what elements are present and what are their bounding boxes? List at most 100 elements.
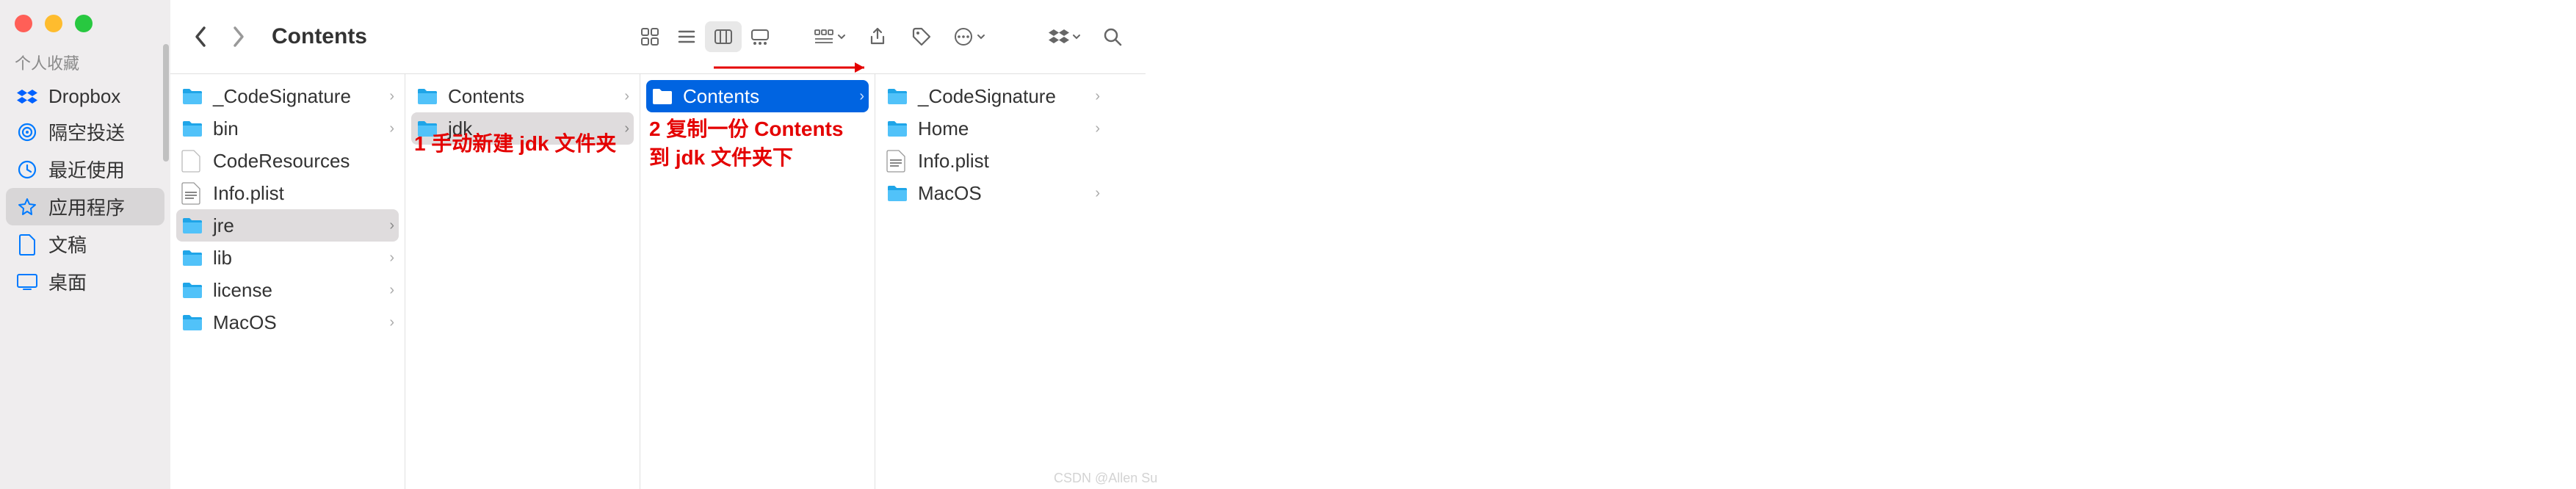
share-button[interactable] bbox=[859, 21, 896, 52]
sidebar-item-app[interactable]: 应用程序 bbox=[6, 188, 164, 225]
folder-icon bbox=[416, 84, 439, 108]
file-icon bbox=[181, 149, 204, 173]
file-row[interactable]: Home› bbox=[875, 112, 1110, 145]
file-name: MacOS bbox=[918, 182, 1095, 205]
gallery-view-button[interactable] bbox=[742, 21, 778, 52]
folder-icon bbox=[181, 311, 204, 334]
app-icon bbox=[16, 196, 38, 218]
folder-icon bbox=[886, 117, 909, 140]
list-view-button[interactable] bbox=[668, 21, 705, 52]
sidebar-section-label: 个人收藏 bbox=[0, 51, 170, 80]
chevron-right-icon: › bbox=[389, 120, 394, 137]
toolbar: Contents bbox=[170, 0, 1146, 73]
tag-button[interactable] bbox=[903, 21, 940, 52]
file-row[interactable]: lib› bbox=[170, 242, 405, 274]
file-row[interactable]: CodeResources bbox=[170, 145, 405, 177]
folder-icon bbox=[651, 84, 674, 108]
chevron-right-icon: › bbox=[624, 88, 629, 105]
minimize-button[interactable] bbox=[45, 15, 62, 32]
file-name: Info.plist bbox=[918, 150, 1100, 173]
file-row[interactable]: MacOS› bbox=[170, 306, 405, 338]
file-name: Contents bbox=[683, 85, 859, 108]
close-button[interactable] bbox=[15, 15, 32, 32]
file-name: Home bbox=[918, 117, 1095, 140]
search-icon bbox=[1102, 26, 1123, 47]
folder-icon bbox=[181, 278, 204, 302]
chevron-right-icon: › bbox=[389, 282, 394, 299]
file-row[interactable]: jre› bbox=[176, 209, 399, 242]
chevron-right-icon: › bbox=[1095, 120, 1100, 137]
chevron-right-icon bbox=[231, 25, 246, 48]
column-browser: _CodeSignature›bin›CodeResourcesInfo.pli… bbox=[170, 73, 1146, 489]
sidebar-item-label: 隔空投送 bbox=[48, 118, 125, 145]
file-row[interactable]: Contents› bbox=[646, 80, 869, 112]
sidebar-item-label: 文稿 bbox=[48, 231, 87, 258]
file-row[interactable]: _CodeSignature› bbox=[170, 80, 405, 112]
file-row[interactable]: Info.plist bbox=[875, 145, 1110, 177]
forward-button[interactable] bbox=[223, 21, 254, 52]
file-name: bin bbox=[213, 117, 389, 140]
group-by-button[interactable] bbox=[808, 21, 852, 52]
chevron-right-icon: › bbox=[859, 88, 864, 105]
file-row[interactable]: MacOS› bbox=[875, 177, 1110, 209]
sidebar-item-label: 桌面 bbox=[48, 268, 87, 295]
file-name: license bbox=[213, 279, 389, 302]
chevron-right-icon: › bbox=[389, 250, 394, 267]
main-area: Contents bbox=[170, 0, 1146, 489]
group-icon bbox=[814, 29, 834, 45]
column-view-button[interactable] bbox=[705, 21, 742, 52]
folder-icon bbox=[886, 181, 909, 205]
file-name: CodeResources bbox=[213, 150, 394, 173]
file-name: lib bbox=[213, 247, 389, 269]
watermark: CSDN @Allen Su bbox=[1054, 471, 1157, 486]
file-name: jre bbox=[213, 214, 389, 237]
sidebar-item-airdrop[interactable]: 隔空投送 bbox=[6, 113, 164, 151]
sidebar-item-clock[interactable]: 最近使用 bbox=[6, 151, 164, 188]
search-button[interactable] bbox=[1094, 21, 1131, 52]
file-row[interactable]: license› bbox=[170, 274, 405, 306]
clock-icon bbox=[16, 159, 38, 181]
dropbox-icon bbox=[16, 86, 38, 108]
file-name: _CodeSignature bbox=[213, 85, 389, 108]
chevron-left-icon bbox=[193, 25, 208, 48]
file-row[interactable]: _CodeSignature› bbox=[875, 80, 1110, 112]
folder-icon bbox=[181, 246, 204, 269]
window-controls bbox=[0, 9, 170, 51]
column-1: Contents›jdk›1 手动新建 jdk 文件夹 bbox=[405, 74, 640, 489]
file-name: Info.plist bbox=[213, 182, 394, 205]
file-row[interactable]: Contents› bbox=[405, 80, 640, 112]
column-0: _CodeSignature›bin›CodeResourcesInfo.pli… bbox=[170, 74, 405, 489]
finder-window: 个人收藏 Dropbox 隔空投送最近使用应用程序文稿桌面 Contents bbox=[0, 0, 1146, 489]
maximize-button[interactable] bbox=[75, 15, 93, 32]
back-button[interactable] bbox=[185, 21, 216, 52]
more-icon bbox=[953, 26, 974, 47]
dropbox-toolbar-button[interactable] bbox=[1043, 21, 1087, 52]
file-icon bbox=[181, 181, 204, 205]
file-name: MacOS bbox=[213, 311, 389, 334]
gallery-icon bbox=[750, 26, 770, 47]
sidebar-item-label: 应用程序 bbox=[48, 193, 125, 220]
chevron-down-icon bbox=[1072, 32, 1081, 41]
annotation-arrow bbox=[714, 57, 875, 79]
sidebar-item-label: 最近使用 bbox=[48, 156, 125, 183]
sidebar-scrollbar[interactable] bbox=[163, 44, 169, 162]
folder-icon bbox=[886, 84, 909, 108]
sidebar: 个人收藏 Dropbox 隔空投送最近使用应用程序文稿桌面 bbox=[0, 0, 170, 489]
more-button[interactable] bbox=[947, 21, 991, 52]
icon-view-button[interactable] bbox=[632, 21, 668, 52]
sidebar-item-doc[interactable]: 文稿 bbox=[6, 225, 164, 263]
columns-icon bbox=[713, 26, 734, 47]
file-icon bbox=[886, 149, 909, 173]
chevron-right-icon: › bbox=[389, 314, 394, 331]
file-row[interactable]: bin› bbox=[170, 112, 405, 145]
sidebar-item-label: Dropbox bbox=[48, 85, 120, 108]
chevron-right-icon: › bbox=[389, 217, 394, 234]
file-row[interactable]: Info.plist bbox=[170, 177, 405, 209]
sidebar-item-dropbox[interactable]: Dropbox bbox=[6, 80, 164, 113]
file-name: _CodeSignature bbox=[918, 85, 1095, 108]
annotation-text: 1 手动新建 jdk 文件夹 bbox=[414, 129, 634, 158]
sidebar-item-desktop[interactable]: 桌面 bbox=[6, 263, 164, 300]
chevron-down-icon bbox=[977, 32, 985, 41]
share-icon bbox=[867, 26, 888, 47]
page-title: Contents bbox=[272, 24, 367, 49]
